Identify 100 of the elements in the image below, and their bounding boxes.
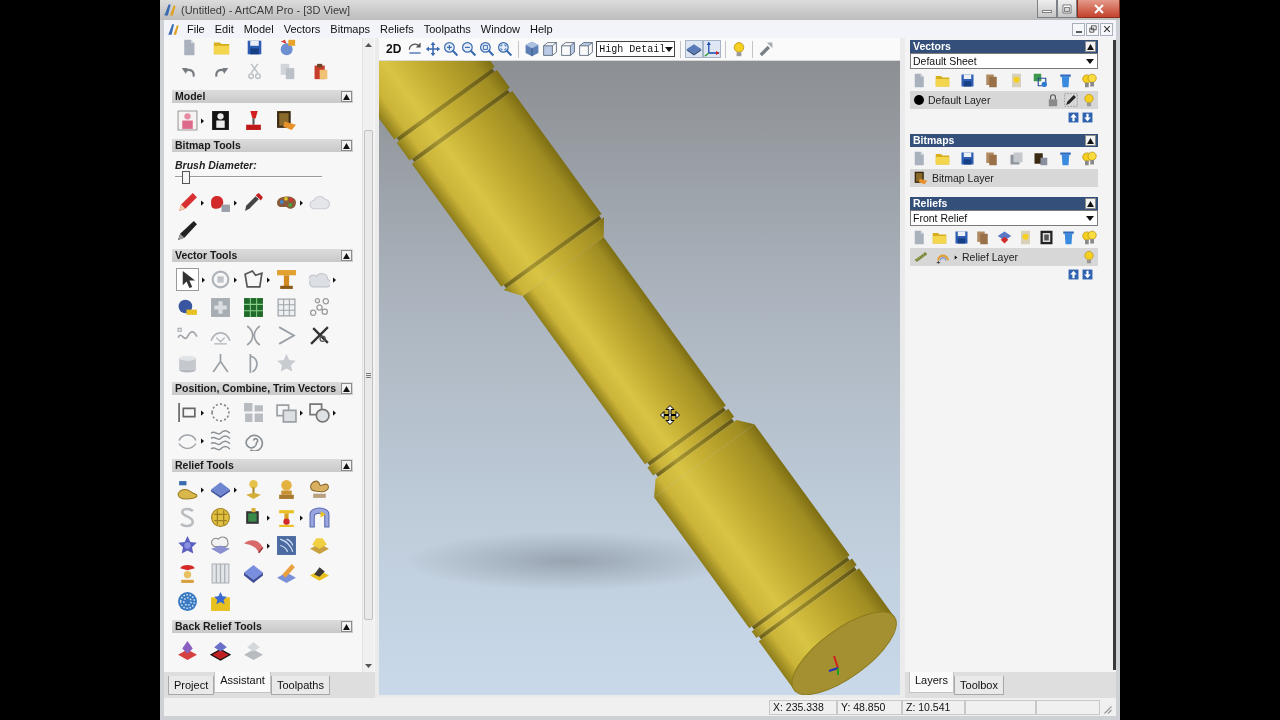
zoom-out-icon[interactable] [461,41,478,57]
close-button[interactable] [1077,0,1120,18]
flyout-arrow-icon[interactable] [201,199,204,206]
ring-stack-icon[interactable] [276,507,297,528]
stacked-sheets-icon[interactable] [975,229,991,245]
two-bulbs-icon[interactable] [1081,72,1097,88]
sheet-dropdown[interactable]: Default Sheet [910,53,1098,69]
flyout-arrow-icon[interactable] [201,409,204,416]
layer-row[interactable]: Default Layer [910,91,1098,109]
ball-and-blocks-icon[interactable] [279,39,296,56]
expand-caret-icon[interactable] [954,254,958,260]
cube-side-face-icon[interactable] [560,41,577,57]
up-arrow-icon[interactable] [1068,112,1079,123]
layer-row[interactable]: Relief Layer [910,248,1098,266]
flyout-arrow-icon[interactable] [333,276,336,283]
collapse-button[interactable] [341,383,352,394]
flyout-arrow-icon[interactable] [201,486,204,493]
flyout-arrow-icon[interactable] [234,199,237,206]
stacked-figure-icon[interactable] [276,479,297,500]
flyout-arrow-icon[interactable] [333,409,336,416]
flyout-arrow-icon[interactable] [202,276,205,283]
flyout-arrow-icon[interactable] [234,486,237,493]
star-badge-icon[interactable] [177,535,198,556]
grid-tile-icon[interactable] [243,297,264,318]
cube-front-face-icon[interactable] [542,41,559,57]
trash-icon[interactable] [1060,229,1076,245]
wavy-lines-icon[interactable] [210,430,231,451]
menu-item[interactable]: Edit [209,21,239,37]
scroll-down-icon[interactable] [365,664,372,668]
layer-diamond-icon[interactable] [996,229,1012,245]
figure-pair-icon[interactable] [309,479,330,500]
flyout-arrow-icon[interactable] [300,409,303,416]
menu-item[interactable]: Bitmaps [325,21,376,37]
resize-grip-icon[interactable] [1104,705,1112,714]
dot-cluster-icon[interactable] [309,297,330,318]
texture-tile-icon[interactable] [276,535,297,556]
collapse-button[interactable] [341,91,352,102]
maximize-button[interactable] [1057,0,1077,18]
lock-icon[interactable] [1046,93,1060,107]
shaded-plane-icon[interactable] [686,41,703,57]
restore-button[interactable] [1086,22,1099,36]
pointer-icon[interactable] [176,268,199,291]
slab-stack-icon[interactable] [177,640,198,661]
clipboard-icon[interactable] [312,62,329,80]
slider-thumb[interactable] [181,171,190,184]
cross-cut-icon[interactable] [309,325,330,346]
flyout-arrow-icon[interactable] [234,276,237,283]
zoom-window-icon[interactable] [479,41,496,57]
zoom-extents-icon[interactable] [497,41,514,57]
panel-tab[interactable]: Toolbox [954,676,1004,695]
lamp-figure-icon[interactable] [243,110,264,131]
layered-cloud-icon[interactable] [210,535,231,556]
collapse-button[interactable] [1085,198,1096,209]
rotate-icon[interactable] [407,41,424,57]
flyout-arrow-icon[interactable] [300,514,303,521]
square-circle-overlap-icon[interactable] [309,402,330,423]
axes-icon[interactable] [704,41,721,57]
film-frame-icon[interactable] [1039,229,1055,245]
flyout-arrow-icon[interactable] [267,514,270,521]
diamond-tile-icon[interactable] [243,563,264,584]
hollow-slab-icon[interactable] [210,640,231,661]
diamond-slab-icon[interactable] [210,479,231,500]
two-bulbs-icon[interactable] [1082,229,1097,245]
flyout-arrow-icon[interactable] [201,117,204,124]
stacked-sheets-icon[interactable] [984,72,1000,88]
menu-item[interactable]: Reliefs [375,21,419,37]
panel-tab[interactable]: Project [168,676,215,695]
negative-picture-icon[interactable] [210,110,231,131]
menu-item[interactable]: File [182,21,210,37]
pen-in-box-icon[interactable] [1064,93,1078,107]
panel-tab[interactable]: Toolpaths [270,676,330,695]
2d-view-button[interactable]: 2D [384,40,404,58]
down-arrow-icon[interactable] [1082,112,1093,123]
align-left-icon[interactable] [177,402,198,423]
framed-picture-icon[interactable] [276,110,297,131]
knot-disc-icon[interactable] [210,507,231,528]
striped-tile-icon[interactable] [210,563,231,584]
pen-icon[interactable] [177,220,198,241]
menu-item[interactable]: Toolpaths [418,21,476,37]
zoom-in-icon[interactable] [443,41,460,57]
sheet-icon[interactable] [1008,150,1024,166]
minimize-button[interactable] [1072,22,1085,36]
cube-top-face-icon[interactable] [578,41,595,57]
collapse-button[interactable] [341,621,352,632]
pencil-slab-icon[interactable] [276,563,297,584]
pencil-icon[interactable] [177,192,198,213]
panel-tab[interactable]: Layers [909,672,955,693]
collapse-button[interactable] [1085,135,1096,146]
layer-row[interactable]: Bitmap Layer [910,169,1098,187]
dotted-circle-icon[interactable] [210,402,231,423]
stacked-sheets-icon[interactable] [984,150,1000,166]
collapse-button[interactable] [1085,41,1096,52]
trash-icon[interactable] [1057,150,1073,166]
eyedropper-icon[interactable] [243,192,264,213]
sheet-dropdown[interactable]: Front Relief [910,210,1098,226]
cube-icon[interactable] [524,41,541,57]
tape-measure-icon[interactable] [177,297,198,318]
menu-item[interactable]: Vectors [278,21,326,37]
star-folder-icon[interactable] [210,591,231,612]
relief-figure-icon[interactable] [177,479,198,500]
